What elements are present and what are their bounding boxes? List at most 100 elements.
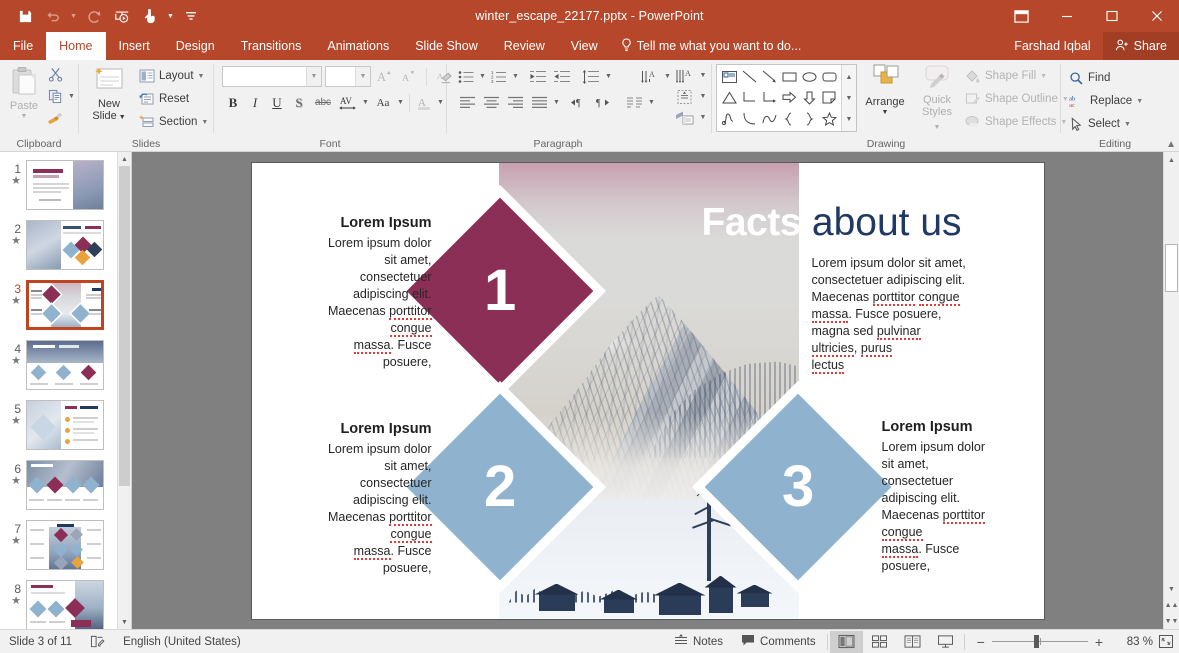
slide-sorter-icon[interactable] xyxy=(863,631,896,653)
comments-button[interactable]: Comments xyxy=(732,630,825,653)
format-painter-icon[interactable] xyxy=(44,108,66,129)
thumbnail-preview[interactable] xyxy=(26,160,104,210)
thumbnail-item-8[interactable]: 8 ★ xyxy=(0,580,131,629)
shapes-gallery-more-icon[interactable]: ▼ xyxy=(846,109,853,129)
thumbnail-item-2[interactable]: 2 ★ xyxy=(0,220,131,280)
tab-slide-show[interactable]: Slide Show xyxy=(402,32,491,60)
thumbnail-preview[interactable] xyxy=(26,520,104,570)
slide-title-body[interactable]: Lorem ipsum dolor sit amet,consectetuer … xyxy=(812,255,1017,374)
font-color-dropdown-icon[interactable]: ▼ xyxy=(435,92,446,113)
decrease-indent-icon[interactable] xyxy=(526,66,550,87)
smartart-dropdown-icon[interactable]: ▼ xyxy=(698,107,709,128)
tab-design[interactable]: Design xyxy=(163,32,228,60)
align-left-icon[interactable] xyxy=(455,92,479,113)
slide-editor[interactable]: Facts about us Lorem ipsum dolor sit ame… xyxy=(252,163,1044,619)
tab-view[interactable]: View xyxy=(558,32,611,60)
thumbnail-item-1[interactable]: 1 ★ xyxy=(0,160,131,220)
thumbnail-preview[interactable] xyxy=(26,340,104,390)
shape-textbox-icon[interactable] xyxy=(719,66,739,87)
font-name-dropdown-icon[interactable]: ▼ xyxy=(306,67,321,86)
text-direction-icon[interactable]: A xyxy=(638,66,662,87)
strikethrough-button[interactable]: abc xyxy=(310,92,336,113)
increase-font-size-icon[interactable]: A xyxy=(374,66,396,87)
shapes-scroll-up-icon[interactable]: ▲ xyxy=(846,67,853,87)
fit-to-window-icon[interactable] xyxy=(1153,630,1179,653)
shape-right-brace-icon[interactable] xyxy=(799,108,819,129)
character-spacing-icon[interactable]: AV xyxy=(336,92,360,113)
smartart-icon[interactable] xyxy=(672,107,698,128)
thumbnail-scrollbar[interactable]: ▲ ▼ xyxy=(117,152,131,629)
cut-scissors-icon[interactable] xyxy=(44,64,66,85)
tab-animations[interactable]: Animations xyxy=(314,32,402,60)
slideshow-view-icon[interactable] xyxy=(929,631,962,653)
minimize-button[interactable] xyxy=(1044,0,1089,32)
thumbnail-item-6[interactable]: 6 ★ xyxy=(0,460,131,520)
shape-curve-icon[interactable] xyxy=(739,108,759,129)
reading-view-icon[interactable] xyxy=(896,631,929,653)
thumbnail-scroll-down-icon[interactable]: ▼ xyxy=(118,615,131,629)
tell-me-search[interactable]: Tell me what you want to do... xyxy=(611,32,812,60)
shapes-gallery-scrollbar[interactable]: ▲ ▼ ▼ xyxy=(841,65,856,131)
text-block-1[interactable]: Lorem Ipsum Lorem ipsum dolorsit amet,co… xyxy=(272,215,432,371)
zoom-level-label[interactable]: 83 % xyxy=(1113,636,1153,648)
zoom-slider[interactable] xyxy=(992,641,1088,642)
tab-home[interactable]: Home xyxy=(46,32,105,60)
touch-mode-icon[interactable] xyxy=(137,4,163,28)
undo-dropdown-icon[interactable]: ▼ xyxy=(68,4,79,28)
copy-dropdown-icon[interactable]: ▼ xyxy=(66,86,77,107)
change-case-icon[interactable]: Aa xyxy=(371,92,395,113)
reset-button[interactable]: Reset xyxy=(135,88,212,110)
text-block-2[interactable]: Lorem Ipsum Lorem ipsum dolorsit amet,co… xyxy=(272,421,432,577)
shape-arc-icon[interactable] xyxy=(759,108,779,129)
redo-icon[interactable] xyxy=(81,4,107,28)
replace-button[interactable]: abac Replace ▼ xyxy=(1065,90,1147,112)
thumbnail-preview[interactable] xyxy=(26,400,104,450)
numbering-dropdown-icon[interactable]: ▼ xyxy=(510,66,521,87)
thumbnail-preview[interactable] xyxy=(26,220,104,270)
touch-mode-dropdown-icon[interactable]: ▼ xyxy=(165,4,176,28)
section-button[interactable]: Section ▼ xyxy=(135,111,212,133)
justify-icon[interactable] xyxy=(527,92,551,113)
line-spacing-dropdown-icon[interactable]: ▼ xyxy=(603,66,614,87)
underline-button[interactable]: U xyxy=(266,92,288,113)
align-center-icon[interactable] xyxy=(479,92,503,113)
arrange-button[interactable]: Arrange ▼ xyxy=(857,64,913,116)
text-block-3[interactable]: Lorem Ipsum Lorem ipsum dolorsit amet,co… xyxy=(882,419,1042,575)
tab-transitions[interactable]: Transitions xyxy=(228,32,315,60)
proofing-icon[interactable] xyxy=(81,630,114,653)
next-slide-icon[interactable]: ▼▼ xyxy=(1164,613,1179,629)
paste-dropdown-icon[interactable]: ▼ xyxy=(21,113,28,120)
user-account-name[interactable]: Farshad Iqbal xyxy=(1002,39,1102,53)
thumbnail-item-5[interactable]: 5 ★ xyxy=(0,400,131,460)
copy-icon[interactable] xyxy=(44,86,66,107)
bullets-dropdown-icon[interactable]: ▼ xyxy=(477,66,488,87)
shape-effects-button[interactable]: Shape Effects ▼ xyxy=(961,111,1073,133)
select-button[interactable]: Select ▼ xyxy=(1065,113,1147,135)
share-button[interactable]: Share xyxy=(1103,32,1179,60)
customize-icon[interactable] xyxy=(178,4,204,28)
vertical-align-icon[interactable] xyxy=(672,86,698,107)
thumbnail-scroll-thumb[interactable] xyxy=(119,166,130,486)
shape-fill-button[interactable]: Shape Fill ▼ xyxy=(961,65,1073,87)
notes-button[interactable]: Notes xyxy=(665,630,732,653)
text-direction-rtl-icon[interactable]: ¶ xyxy=(592,92,616,113)
vertical-align-dropdown-icon[interactable]: ▼ xyxy=(698,86,709,107)
align-right-icon[interactable] xyxy=(503,92,527,113)
text-shadow-button[interactable]: S xyxy=(288,92,310,113)
shapes-gallery[interactable]: ▲ ▼ ▼ xyxy=(716,64,857,132)
shape-right-arrow-icon[interactable] xyxy=(779,87,799,108)
font-name-combo[interactable]: ▼ xyxy=(222,66,322,87)
numbering-icon[interactable]: 123 xyxy=(488,66,510,87)
tab-file[interactable]: File xyxy=(0,32,46,60)
increase-indent-icon[interactable] xyxy=(550,66,574,87)
thumbnail-scroll-up-icon[interactable]: ▲ xyxy=(118,152,131,166)
font-size-combo[interactable]: ▼ xyxy=(325,66,371,87)
columns-dropdown-icon[interactable]: ▼ xyxy=(646,92,657,113)
zoom-out-button[interactable]: − xyxy=(977,634,985,650)
text-direction-ltr-icon[interactable]: ¶ xyxy=(568,92,592,113)
shape-triangle-icon[interactable] xyxy=(719,87,739,108)
thumbnail-preview[interactable] xyxy=(26,460,104,510)
font-size-dropdown-icon[interactable]: ▼ xyxy=(355,67,370,86)
thumbnail-item-7[interactable]: 7 ★ xyxy=(0,520,131,580)
ribbon-display-options-icon[interactable] xyxy=(999,0,1044,32)
